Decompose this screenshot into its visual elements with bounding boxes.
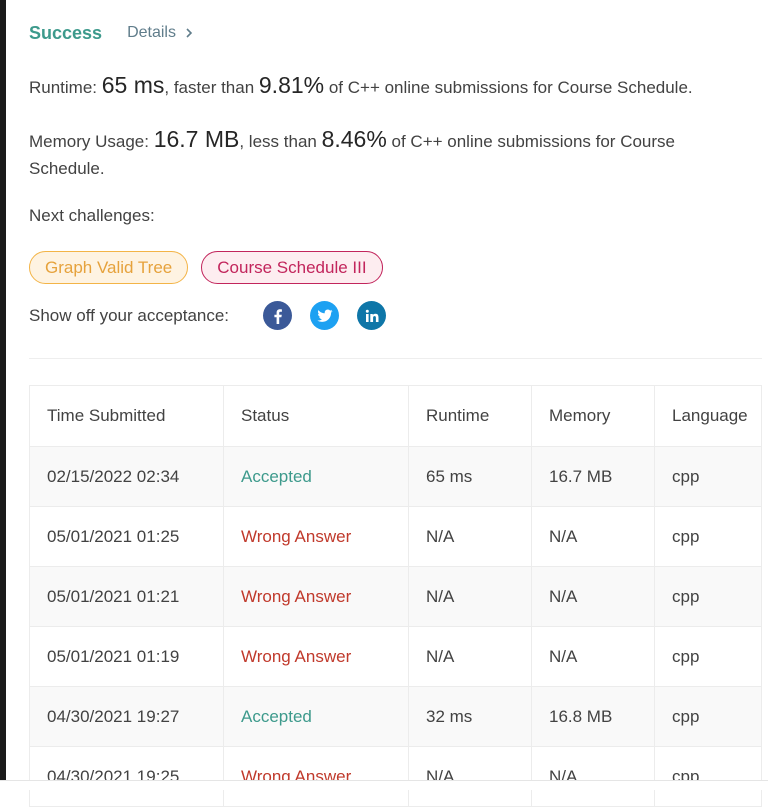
next-challenges-label: Next challenges: <box>29 206 155 225</box>
cell-language: cpp <box>654 506 762 567</box>
cell-status[interactable]: Wrong Answer <box>223 506 409 567</box>
cell-status[interactable]: Accepted <box>223 446 409 507</box>
cell-status[interactable]: Wrong Answer <box>223 626 409 687</box>
cell-time: 05/01/2021 01:21 <box>29 566 224 627</box>
table-row: 05/01/2021 01:19 Wrong Answer N/A N/A cp… <box>29 626 762 687</box>
cell-runtime: 65 ms <box>408 446 532 507</box>
column-header-memory[interactable]: Memory <box>531 385 655 447</box>
memory-percent: 8.46% <box>321 126 387 152</box>
status-title: Success <box>29 22 103 43</box>
cell-status[interactable]: Wrong Answer <box>223 566 409 627</box>
table-row: 05/01/2021 01:21 Wrong Answer N/A N/A cp… <box>29 566 762 627</box>
column-header-status[interactable]: Status <box>223 385 409 447</box>
cell-runtime: N/A <box>408 746 532 807</box>
runtime-suffix: of C++ online submissions for Course Sch… <box>324 78 693 97</box>
cell-language: cpp <box>654 626 762 687</box>
submissions-table: Time Submitted Status Runtime Memory Lan… <box>29 385 762 807</box>
twitter-icon[interactable] <box>310 301 340 330</box>
cell-memory: N/A <box>531 566 655 627</box>
cell-language: cpp <box>654 566 762 627</box>
details-link-label: Details <box>127 24 176 41</box>
cell-time: 05/01/2021 01:25 <box>29 506 224 567</box>
cell-memory: 16.7 MB <box>531 446 655 507</box>
table-header-row: Time Submitted Status Runtime Memory Lan… <box>29 385 762 447</box>
table-row: 04/30/2021 19:25 Wrong Answer N/A N/A cp… <box>29 746 762 807</box>
cell-time: 04/30/2021 19:27 <box>29 686 224 747</box>
column-header-language[interactable]: Language <box>654 385 762 447</box>
cell-status[interactable]: Accepted <box>223 686 409 747</box>
table-row: 04/30/2021 19:27 Accepted 32 ms 16.8 MB … <box>29 686 762 747</box>
result-header: Success Details <box>29 20 194 46</box>
cell-memory: N/A <box>531 506 655 567</box>
runtime-percent: 9.81% <box>258 72 325 98</box>
cell-time: 04/30/2021 19:25 <box>29 746 224 807</box>
challenge-tag-course-schedule-iii[interactable]: Course Schedule III <box>201 251 383 284</box>
runtime-mid: , faster than <box>164 78 259 97</box>
cell-time: 05/01/2021 01:19 <box>29 626 224 687</box>
table-row: 02/15/2022 02:34 Accepted 65 ms 16.7 MB … <box>29 446 762 507</box>
memory-mid: , less than <box>239 132 322 151</box>
left-border <box>0 0 6 789</box>
column-header-runtime[interactable]: Runtime <box>408 385 532 447</box>
runtime-label: Runtime: <box>29 78 102 97</box>
cell-language: cpp <box>654 686 762 747</box>
details-link[interactable]: Details <box>127 24 194 42</box>
share-label: Show off your acceptance: <box>29 305 230 325</box>
memory-stat: Memory Usage: 16.7 MB, less than 8.46% o… <box>29 126 729 182</box>
cell-time: 02/15/2022 02:34 <box>29 446 224 507</box>
social-icons <box>263 301 387 330</box>
cell-runtime: N/A <box>408 626 532 687</box>
runtime-value: 65 ms <box>101 72 165 98</box>
cell-memory: N/A <box>531 626 655 687</box>
cell-runtime: N/A <box>408 566 532 627</box>
cell-language: cpp <box>654 446 762 507</box>
chevron-right-icon <box>186 28 193 38</box>
cell-status[interactable]: Wrong Answer <box>223 746 409 807</box>
cell-runtime: N/A <box>408 506 532 567</box>
cell-runtime: 32 ms <box>408 686 532 747</box>
memory-label: Memory Usage: <box>29 132 154 151</box>
next-challenges-list: Graph Valid Tree Course Schedule III <box>29 251 383 284</box>
cell-language: cpp <box>654 746 762 807</box>
facebook-icon[interactable] <box>263 301 293 330</box>
cell-memory: N/A <box>531 746 655 807</box>
challenge-tag-graph-valid-tree[interactable]: Graph Valid Tree <box>29 251 189 284</box>
table-row: 05/01/2021 01:25 Wrong Answer N/A N/A cp… <box>29 506 762 567</box>
runtime-stat: Runtime: 65 ms, faster than 9.81% of C++… <box>29 72 729 101</box>
memory-value: 16.7 MB <box>153 126 240 152</box>
share-row: Show off your acceptance: <box>29 301 387 330</box>
column-header-time[interactable]: Time Submitted <box>29 385 224 447</box>
cell-memory: 16.8 MB <box>531 686 655 747</box>
linkedin-icon[interactable] <box>357 301 387 330</box>
divider <box>29 358 762 359</box>
